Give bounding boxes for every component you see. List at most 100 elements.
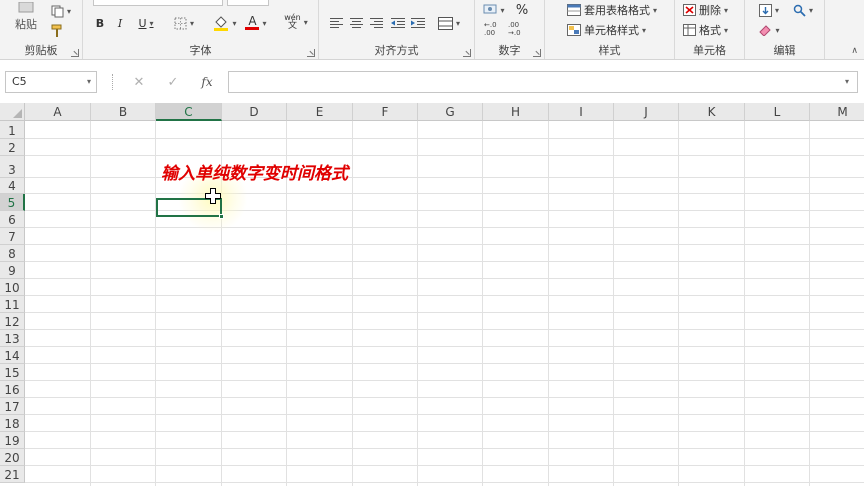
row-header-2[interactable]: 2 [0,139,25,156]
column-header-l[interactable]: L [745,103,810,121]
fill-handle[interactable] [219,214,224,219]
accounting-format-button[interactable]: ▾ [481,0,507,20]
row-header-7[interactable]: 7 [0,228,25,245]
row-header-20[interactable]: 20 [0,449,25,466]
column-header-d[interactable]: D [222,103,287,121]
row-header-12[interactable]: 12 [0,313,25,330]
chevron-down-icon[interactable]: ▾ [845,77,849,86]
increase-indent-button[interactable] [409,13,427,33]
row-header-1[interactable]: 1 [0,121,25,139]
phonetic-icon: wén 文 [284,13,301,31]
confirm-entry-button[interactable]: ✓ [162,71,184,93]
font-color-icon: A [245,15,260,30]
decrease-decimal-button[interactable]: .00 →.0 [505,18,527,38]
cell-styles-button[interactable]: 单元格样式 ▾ [567,20,667,40]
bold-button[interactable]: B [91,13,109,33]
format-painter-icon [51,24,62,37]
column-header-k[interactable]: K [679,103,745,121]
column-header-m[interactable]: M [810,103,864,121]
clear-button[interactable]: ▾ [755,20,783,40]
align-center-button[interactable] [347,13,365,33]
row-header-10[interactable]: 10 [0,279,25,296]
underline-button[interactable]: U ▾ [131,13,161,33]
number-launcher-icon[interactable] [533,49,541,57]
collapse-ribbon-icon[interactable]: ∧ [851,46,858,56]
font-launcher-icon[interactable] [307,49,315,57]
row-header-3[interactable]: 3 [0,156,25,178]
column-header-a[interactable]: A [25,103,91,121]
increase-decimal-icon: ←.0.00 [484,21,497,36]
row-header-11[interactable]: 11 [0,296,25,313]
row-header-16[interactable]: 16 [0,381,25,398]
column-header-h[interactable]: H [483,103,549,121]
format-icon [683,24,696,36]
row-header-14[interactable]: 14 [0,347,25,364]
format-button[interactable]: 格式 ▾ [683,20,741,40]
table-format-label: 套用表格格式 [584,4,650,17]
formula-bar-separator [112,74,115,90]
cell-select-cursor-icon [205,188,221,204]
row-header-15[interactable]: 15 [0,364,25,381]
eraser-icon [759,25,772,36]
font-color-button[interactable]: A ▾ [241,13,271,33]
row-header-19[interactable]: 19 [0,432,25,449]
cell-c3-text[interactable]: 输入单纯数字变时间格式 [161,159,348,184]
column-header-i[interactable]: I [549,103,614,121]
insert-function-button[interactable]: fx [196,71,218,93]
increase-indent-icon [411,18,425,28]
align-center-icon [349,18,363,28]
phonetic-button[interactable]: wén 文 ▾ [279,12,313,32]
column-header-j[interactable]: J [614,103,679,121]
row-header-6[interactable]: 6 [0,211,25,228]
row-header-9[interactable]: 9 [0,262,25,279]
alignment-launcher-icon[interactable] [463,49,471,57]
table-format-button[interactable]: 套用表格格式 ▾ [567,0,667,20]
find-button[interactable]: ▾ [789,0,817,20]
chevron-down-icon: ▾ [775,25,780,35]
font-name-dropdown[interactable]: 宋体 [93,0,223,6]
format-painter-button[interactable] [46,21,68,41]
delete-button[interactable]: 删除 ▾ [683,0,741,20]
formula-input[interactable]: ▾ [228,71,858,93]
column-header-g[interactable]: G [418,103,483,121]
svg-text:.00: .00 [484,29,495,36]
underline-label: U [138,16,147,30]
row-header-17[interactable]: 17 [0,398,25,415]
align-left-button[interactable] [327,13,345,33]
border-button[interactable]: ▾ [169,13,199,33]
row-gridline [25,431,864,432]
copy-button[interactable]: ▾ [46,1,76,21]
decrease-indent-button[interactable] [389,13,407,33]
row-header-4[interactable]: 4 [0,178,25,194]
row-header-5[interactable]: 5 [0,194,25,211]
column-header-b[interactable]: B [91,103,156,121]
fill-button[interactable]: ▾ [755,0,783,20]
row-header-8[interactable]: 8 [0,245,25,262]
chevron-down-icon: ▾ [653,5,658,15]
row-header-21[interactable]: 21 [0,466,25,483]
merge-center-button[interactable]: ▾ [433,13,465,33]
worksheet-grid[interactable]: ABCDEFGHIJKLM 1 2 3 4 5 6 7 8 9 10 11 12 13 14 15 16 17 1… [0,103,864,486]
percent-button[interactable]: % [513,0,531,20]
fill-color-button[interactable]: ▾ [209,13,241,33]
align-right-button[interactable] [367,13,385,33]
row-gridline [25,155,864,156]
clipboard-launcher-icon[interactable] [71,49,79,57]
chevron-down-icon: ▾ [66,6,71,16]
row-gridline [25,482,864,483]
number-group: ▾ % ←.0.00 .00 →.0 数字 [475,0,545,59]
cancel-entry-button[interactable]: ✕ [128,71,150,93]
italic-button[interactable]: I [111,13,129,33]
column-header-c[interactable]: C [156,103,222,121]
column-header-e[interactable]: E [287,103,353,121]
font-size-dropdown[interactable] [227,0,269,6]
select-all-button[interactable] [0,103,25,121]
row-header-13[interactable]: 13 [0,330,25,347]
name-box[interactable]: C5 ▾ [5,71,97,93]
row-header-18[interactable]: 18 [0,415,25,432]
increase-decimal-button[interactable]: ←.0.00 [481,18,503,38]
fill-bucket-icon [214,16,229,31]
row-gridline [25,244,864,245]
paste-button[interactable]: 粘贴 [6,0,46,34]
column-header-f[interactable]: F [353,103,418,121]
